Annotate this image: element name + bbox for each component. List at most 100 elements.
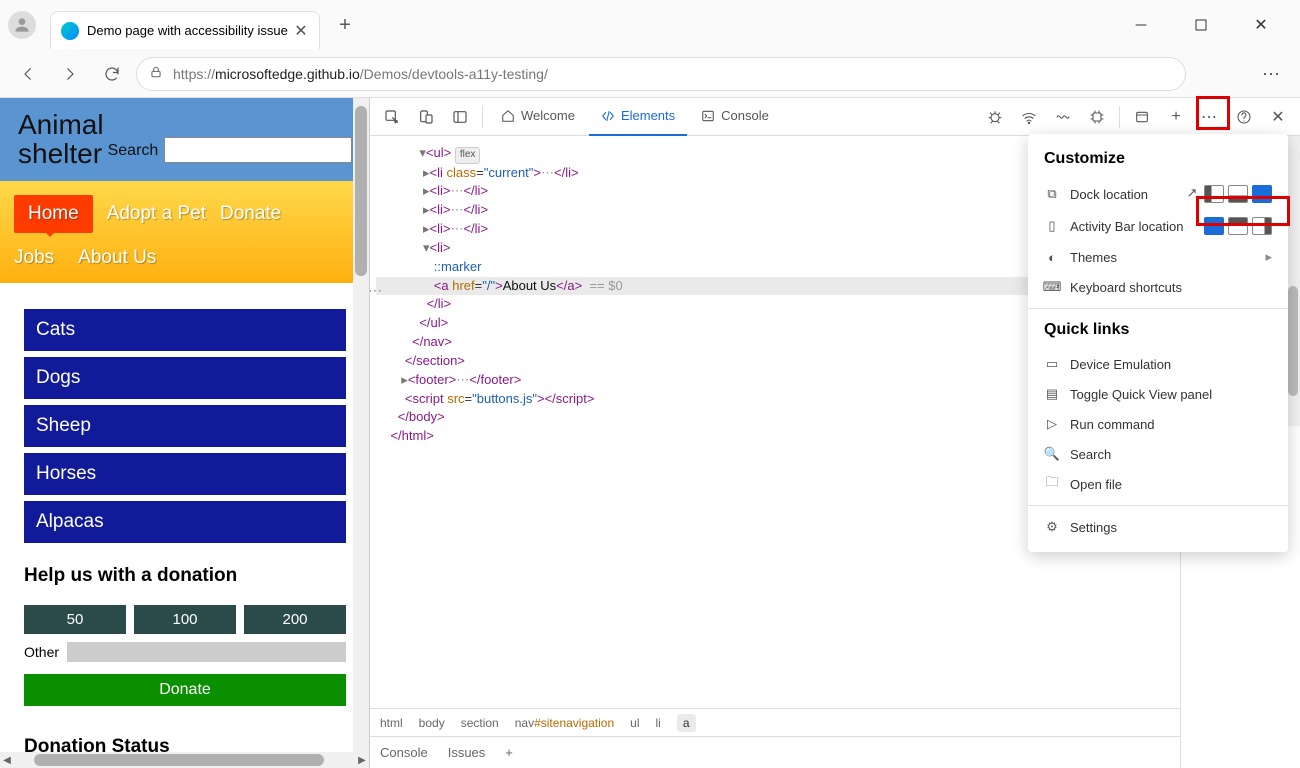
- settings-row[interactable]: ⚙Settings: [1028, 512, 1288, 542]
- memory-icon[interactable]: [1081, 101, 1113, 133]
- shortcuts-row[interactable]: ⌨ Keyboard shortcuts: [1028, 272, 1288, 302]
- dock-bottom-icon[interactable]: [1228, 185, 1248, 203]
- open-file-row[interactable]: 🗀Open file: [1028, 469, 1288, 499]
- donate-button[interactable]: Donate: [24, 674, 346, 706]
- customize-title: Customize: [1028, 144, 1288, 178]
- main-area: Animalshelter Search Home Adopt a Pet Do…: [0, 98, 1300, 768]
- donation-heading: Help us with a donation: [24, 565, 346, 587]
- category-cats[interactable]: Cats: [24, 309, 346, 351]
- quick-links-title: Quick links: [1028, 315, 1288, 349]
- dock-left-icon[interactable]: [1204, 185, 1224, 203]
- folder-icon: 🗀: [1044, 476, 1060, 492]
- browser-tab[interactable]: Demo page with accessibility issue ✕: [50, 11, 320, 49]
- search-icon: 🔍: [1044, 446, 1060, 462]
- url-text: https://microsoftedge.github.io/Demos/de…: [173, 66, 548, 82]
- site-title: Animalshelter: [18, 110, 104, 169]
- category-dogs[interactable]: Dogs: [24, 357, 346, 399]
- nav-about[interactable]: About Us: [78, 247, 156, 269]
- dock-icon: ⧉: [1044, 186, 1060, 202]
- page-vertical-scrollbar[interactable]: [353, 98, 369, 768]
- activity-bar-row[interactable]: ▯ Activity Bar location: [1028, 210, 1288, 242]
- tab-close-button[interactable]: ✕: [293, 23, 309, 39]
- tab-console[interactable]: Console: [689, 98, 781, 136]
- help-icon[interactable]: [1228, 101, 1260, 133]
- dock-options: ↗: [1184, 185, 1272, 203]
- device-toggle-icon[interactable]: [410, 101, 442, 133]
- titlebar: Demo page with accessibility issue ✕ + ✕: [0, 0, 1300, 50]
- chevron-right-icon: ▸: [1265, 249, 1272, 265]
- panel-toggle-icon[interactable]: [444, 101, 476, 133]
- maximize-button[interactable]: [1186, 10, 1216, 40]
- drawer-tabs: Console Issues +: [370, 736, 1180, 768]
- toggle-quickview-row[interactable]: ▤Toggle Quick View panel: [1028, 379, 1288, 409]
- devtools-close-button[interactable]: ✕: [1262, 101, 1294, 133]
- nav-jobs[interactable]: Jobs: [14, 247, 54, 269]
- category-sheep[interactable]: Sheep: [24, 405, 346, 447]
- devtools-more-button[interactable]: ⋯: [1194, 101, 1226, 133]
- forward-button[interactable]: [52, 56, 88, 92]
- keyboard-icon: ⌨: [1044, 279, 1060, 295]
- search-row[interactable]: 🔍Search: [1028, 439, 1288, 469]
- site-header: Animalshelter Search: [0, 98, 370, 181]
- close-window-button[interactable]: ✕: [1246, 10, 1276, 40]
- tab-elements[interactable]: Elements: [589, 98, 687, 136]
- gear-icon: ⚙: [1044, 519, 1060, 535]
- search-input[interactable]: [164, 137, 352, 163]
- donate-200[interactable]: 200: [244, 605, 346, 634]
- nav-adopt[interactable]: Adopt a Pet: [107, 203, 206, 225]
- drawer-add-icon[interactable]: +: [505, 745, 513, 760]
- lock-icon: [149, 65, 163, 84]
- browser-menu-button[interactable]: ⋯: [1254, 56, 1290, 92]
- add-tab-icon[interactable]: +: [1160, 101, 1192, 133]
- dom-breadcrumb[interactable]: html body section nav#sitenavigation ul …: [370, 708, 1180, 736]
- nav-donate[interactable]: Donate: [220, 203, 281, 225]
- dock-right-icon[interactable]: [1252, 185, 1272, 203]
- minimize-button[interactable]: [1126, 10, 1156, 40]
- site-navigation: Home Adopt a Pet Donate Jobs About Us: [0, 181, 370, 283]
- refresh-button[interactable]: [94, 56, 130, 92]
- activity-bar-icon: ▯: [1044, 218, 1060, 234]
- window-icon[interactable]: [1126, 101, 1158, 133]
- device-icon: ▭: [1044, 356, 1060, 372]
- tab-welcome[interactable]: Welcome: [489, 98, 587, 136]
- inspect-element-icon[interactable]: [376, 101, 408, 133]
- run-icon: ▷: [1044, 416, 1060, 432]
- devtools: Welcome Elements Console + ⋯ ✕ ⋯ ▾<ul>: [370, 98, 1300, 768]
- profile-avatar[interactable]: [8, 11, 36, 39]
- category-list: Cats Dogs Sheep Horses Alpacas: [0, 283, 370, 547]
- performance-icon[interactable]: [1047, 101, 1079, 133]
- search-label: Search: [108, 142, 159, 160]
- elements-scrollbar[interactable]: [1286, 136, 1300, 426]
- tab-title: Demo page with accessibility issue: [87, 23, 293, 38]
- address-bar-row: https://microsoftedge.github.io/Demos/de…: [0, 50, 1300, 98]
- back-button[interactable]: [10, 56, 46, 92]
- other-label: Other: [24, 644, 59, 660]
- activity-left-icon[interactable]: [1204, 217, 1224, 235]
- activity-top-icon[interactable]: [1228, 217, 1248, 235]
- quickview-icon: ▤: [1044, 386, 1060, 402]
- donation-section: Help us with a donation 50 100 200 Other…: [0, 547, 370, 768]
- edge-favicon-icon: [61, 22, 79, 40]
- rendered-page-pane: Animalshelter Search Home Adopt a Pet Do…: [0, 98, 370, 768]
- bug-icon[interactable]: [979, 101, 1011, 133]
- undock-icon[interactable]: ↗: [1184, 185, 1200, 201]
- drawer-tab-issues[interactable]: Issues: [448, 745, 486, 760]
- network-icon[interactable]: [1013, 101, 1045, 133]
- customize-menu: Customize ⧉ Dock location ↗ ▯ Activity B…: [1028, 134, 1288, 552]
- donate-50[interactable]: 50: [24, 605, 126, 634]
- other-amount-input[interactable]: [67, 642, 346, 662]
- donate-100[interactable]: 100: [134, 605, 236, 634]
- address-bar[interactable]: https://microsoftedge.github.io/Demos/de…: [136, 57, 1186, 91]
- new-tab-button[interactable]: +: [330, 10, 360, 40]
- dock-location-row[interactable]: ⧉ Dock location ↗: [1028, 178, 1288, 210]
- activity-right-icon[interactable]: [1252, 217, 1272, 235]
- category-alpacas[interactable]: Alpacas: [24, 501, 346, 543]
- page-horizontal-scrollbar[interactable]: ◀▶: [0, 752, 369, 768]
- run-command-row[interactable]: ▷Run command: [1028, 409, 1288, 439]
- nav-home[interactable]: Home: [14, 195, 93, 233]
- category-horses[interactable]: Horses: [24, 453, 346, 495]
- themes-row[interactable]: ◐ Themes ▸: [1028, 242, 1288, 272]
- device-emulation-row[interactable]: ▭Device Emulation: [1028, 349, 1288, 379]
- devtools-toolbar: Welcome Elements Console + ⋯ ✕: [370, 98, 1300, 136]
- drawer-tab-console[interactable]: Console: [380, 745, 428, 760]
